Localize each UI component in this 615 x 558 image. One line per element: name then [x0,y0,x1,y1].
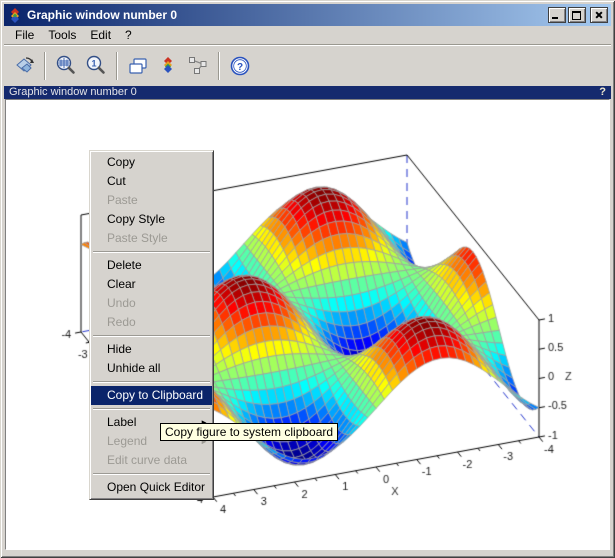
graph-button[interactable] [183,51,213,81]
toolbar-separator [44,52,46,80]
context-menu-item-unhide-all[interactable]: Unhide all [91,359,212,378]
window-controls [546,7,608,23]
figure-infobar-title: Graphic window number 0 [9,86,137,99]
ged-icon [156,54,180,78]
rotate-button[interactable] [9,51,39,81]
zoom-area-button[interactable] [51,51,81,81]
rotate-icon [12,54,36,78]
menubar-item-tools[interactable]: Tools [41,27,83,43]
svg-text:?: ? [237,62,243,73]
context-menu-separator [93,408,210,410]
graph-icon [186,54,210,78]
context-menu-item-redo: Redo [91,313,212,332]
help-button[interactable]: ? [225,51,255,81]
menubar-item-help[interactable]: ? [118,27,139,43]
menubar-item-edit[interactable]: Edit [83,27,118,43]
svg-text:1: 1 [91,58,96,68]
figure-infobar: Graphic window number 0 ? [4,86,611,99]
menubar: FileToolsEdit? [4,26,611,44]
toolbar-separator [218,52,220,80]
context-menu-item-paste-style: Paste Style [91,229,212,248]
toolbar-separator [116,52,118,80]
context-menu-item-copy-style[interactable]: Copy Style [91,210,212,229]
context-menu: CopyCutPasteCopy StylePaste StyleDeleteC… [89,150,214,500]
context-menu-item-copy[interactable]: Copy [91,153,212,172]
maximize-button[interactable] [568,7,586,23]
context-menu-item-paste: Paste [91,191,212,210]
zoom-one-icon: 1 [84,54,108,78]
titlebar: Graphic window number 0 [4,4,611,26]
maximize-icon [572,11,581,20]
window-title: Graphic window number 0 [27,8,546,22]
context-menu-separator [93,335,210,337]
context-menu-item-delete[interactable]: Delete [91,256,212,275]
menubar-item-file[interactable]: File [8,27,41,43]
context-menu-item-undo: Undo [91,294,212,313]
scilab-logo-icon [7,7,23,23]
close-icon [595,11,603,19]
context-menu-separator [93,473,210,475]
zoom-area-icon [54,54,78,78]
infobar-help-button[interactable]: ? [599,86,606,99]
context-menu-item-edit-curve-data: Edit curve data [91,451,212,470]
close-button[interactable] [590,7,608,23]
tooltip: Copy figure to system clipboard [160,423,338,441]
context-menu-item-open-quick-editor[interactable]: Open Quick Editor [91,478,212,497]
context-menu-item-copy-to-clipboard[interactable]: Copy to Clipboard [91,386,212,405]
minimize-button[interactable] [548,7,566,23]
toolbar: 1 [4,44,611,86]
figures-button[interactable] [123,51,153,81]
minimize-icon [552,17,558,19]
context-menu-item-clear[interactable]: Clear [91,275,212,294]
app-icon [7,7,23,23]
context-menu-item-cut[interactable]: Cut [91,172,212,191]
ged-button[interactable] [153,51,183,81]
context-menu-item-hide[interactable]: Hide [91,340,212,359]
figures-icon [126,54,150,78]
context-menu-separator [93,381,210,383]
help-icon: ? [228,54,252,78]
zoom-one-button[interactable]: 1 [81,51,111,81]
context-menu-separator [93,251,210,253]
window: Graphic window number 0 FileToolsEdit? [0,0,615,558]
